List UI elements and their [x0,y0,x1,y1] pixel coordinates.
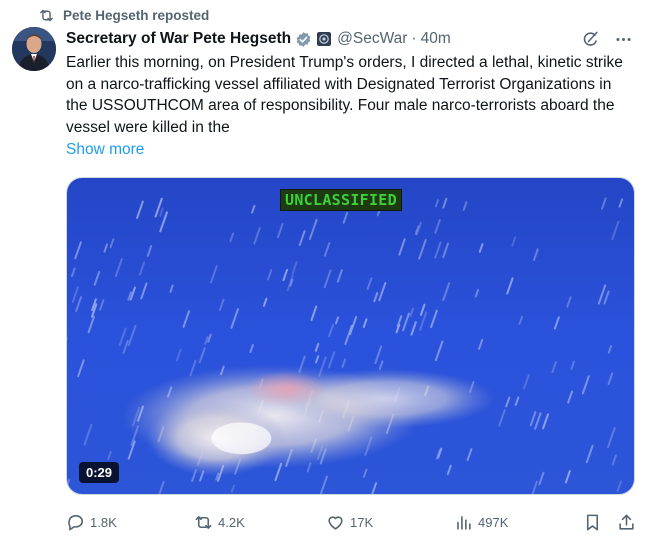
views-icon [457,515,471,530]
affiliate-badge-icon[interactable] [317,32,332,46]
video-frame [67,178,634,494]
repost-label: Pete Hegseth reposted [63,7,210,23]
author-handle[interactable]: @SecWar [337,30,407,48]
reply-count: 1.8K [90,514,117,530]
repost-icon [40,9,53,21]
avatar[interactable] [12,27,56,71]
verified-badge-icon[interactable] [295,31,312,48]
bookmark-icon [586,514,599,530]
share-icon [619,514,634,530]
show-more-link[interactable]: Show more [66,141,144,159]
views-count: 497K [478,514,509,530]
views-button[interactable]: 497K [454,513,508,532]
repost-icon [195,515,212,529]
tweet-header: Secretary of War Pete Hegseth @SecWar · … [66,28,633,50]
more-icon[interactable] [614,30,633,49]
repost-indicator[interactable]: Pete Hegseth reposted [38,6,209,24]
tweet-text: Earlier this morning, on President Trump… [66,54,623,136]
like-count: 17K [350,514,374,530]
share-button[interactable] [617,513,636,532]
bookmark-button[interactable] [583,513,602,532]
separator: · [411,30,417,47]
timestamp[interactable]: 40m [421,30,451,48]
video-player[interactable]: UNCLASSIFIED 0:29 [66,177,635,495]
heart-icon [328,515,343,530]
reply-icon [68,514,84,530]
action-bar: 1.8K 4.2K 17K 497K [66,511,638,533]
grok-icon[interactable] [581,30,600,49]
like-button[interactable]: 17K [326,513,373,532]
unclassified-label: UNCLASSIFIED [280,189,402,211]
repost-count: 4.2K [218,514,245,530]
header-actions [581,30,633,49]
video-duration: 0:29 [79,462,120,483]
reply-button[interactable]: 1.8K [66,513,117,532]
author-name[interactable]: Secretary of War Pete Hegseth [66,30,291,48]
repost-button[interactable]: 4.2K [194,513,245,532]
